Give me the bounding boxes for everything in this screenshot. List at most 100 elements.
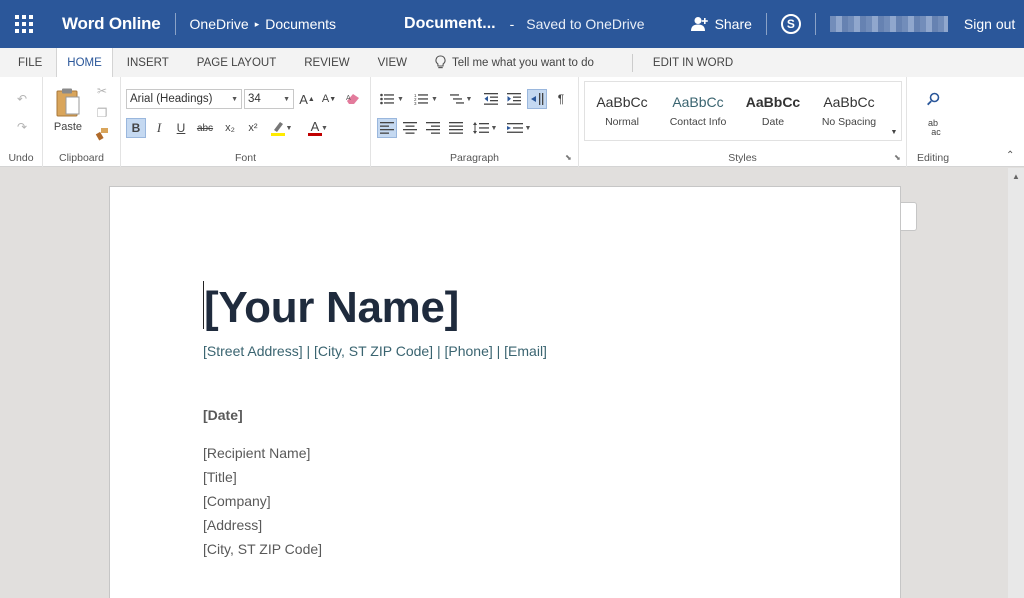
font-name-dropdown[interactable]: Arial (Headings) ▼ — [126, 89, 242, 109]
format-painter-icon[interactable] — [93, 125, 111, 143]
grow-font-button[interactable]: A ▲ — [298, 89, 316, 109]
chevron-down-icon: ▼ — [285, 124, 293, 132]
multilevel-list-button[interactable]: ▼ — [447, 89, 475, 109]
app-launcher-button[interactable] — [0, 0, 48, 48]
underline-button[interactable]: U — [172, 118, 190, 138]
title-divider — [814, 13, 816, 35]
title-field[interactable]: [Title] — [203, 469, 237, 485]
font-name-value: Arial (Headings) — [130, 93, 213, 105]
strikethrough-button[interactable]: abc — [194, 118, 216, 138]
collapse-ribbon-icon[interactable]: ⌃ — [1006, 150, 1014, 161]
scroll-up-icon[interactable]: ▲ — [1008, 168, 1024, 184]
date-field[interactable]: [Date] — [203, 407, 243, 423]
ltr-direction-button[interactable] — [527, 89, 547, 109]
justify-button[interactable] — [446, 118, 466, 138]
breadcrumb-documents[interactable]: Documents — [265, 16, 336, 32]
cut-icon[interactable]: ✂ — [93, 82, 111, 100]
style-name: No Spacing — [821, 116, 877, 128]
style-sample: AaBbCc — [596, 94, 648, 110]
subscript-button[interactable]: x₂ — [220, 118, 240, 138]
font-color-swatch — [308, 133, 322, 136]
skype-icon[interactable]: S — [780, 14, 801, 34]
find-button[interactable] — [923, 89, 943, 109]
tab-view[interactable]: VIEW — [364, 48, 421, 77]
font-size-dropdown[interactable]: 34 ▼ — [244, 89, 294, 109]
title-divider — [765, 13, 767, 35]
redo-icon[interactable]: ↷ — [12, 117, 32, 137]
breadcrumb-arrow-icon: ▸ — [254, 18, 260, 29]
recipient-name-field[interactable]: [Recipient Name] — [203, 445, 310, 461]
name-heading[interactable]: [Your Name] — [204, 283, 459, 333]
document-name[interactable]: Document... — [404, 15, 496, 33]
bold-button[interactable]: B — [126, 118, 146, 138]
chevron-down-icon: ▼ — [431, 95, 438, 103]
tab-review[interactable]: REVIEW — [290, 48, 363, 77]
bullets-button[interactable]: ▼ — [377, 89, 407, 109]
company-field[interactable]: [Company] — [203, 493, 271, 509]
breadcrumb: OneDrive ▸ Documents — [190, 16, 336, 32]
tab-page-layout[interactable]: PAGE LAYOUT — [183, 48, 290, 77]
lightbulb-icon — [435, 55, 446, 69]
copy-icon[interactable]: ❐ — [93, 104, 111, 122]
styles-more-icon[interactable]: ▼ — [888, 126, 900, 138]
italic-button[interactable]: I — [150, 118, 168, 138]
style-no-spacing[interactable]: AaBbCc No Spacing — [809, 82, 889, 140]
paragraph-spacing-button[interactable]: ▼ — [504, 118, 534, 138]
save-status: Saved to OneDrive — [526, 16, 645, 32]
vertical-scrollbar[interactable]: ▲ — [1008, 168, 1024, 598]
contact-line[interactable]: [Street Address] | [City, ST ZIP Code] |… — [203, 343, 547, 359]
ribbon-tabs: FILE HOME INSERT PAGE LAYOUT REVIEW VIEW… — [0, 48, 1024, 77]
style-normal[interactable]: AaBbCc Normal — [585, 82, 659, 140]
align-left-button[interactable] — [377, 118, 397, 138]
style-date[interactable]: AaBbCc Date — [737, 82, 809, 140]
superscript-button[interactable]: x² — [243, 118, 263, 138]
chevron-down-icon: ▼ — [490, 124, 498, 132]
city-zip-field[interactable]: [City, ST ZIP Code] — [203, 541, 322, 557]
svg-text:3: 3 — [414, 101, 417, 105]
tab-home[interactable]: HOME — [56, 48, 113, 77]
ribbon: ↶ ↷ Undo Paste ✂ ❐ Clipboard Arial (Head… — [0, 77, 1024, 167]
line-spacing-icon — [472, 122, 489, 134]
app-name[interactable]: Word Online — [62, 14, 161, 34]
styles-group-label: Styles — [728, 152, 757, 164]
undo-icon[interactable]: ↶ — [12, 89, 32, 109]
style-name: Normal — [605, 116, 639, 128]
breadcrumb-onedrive[interactable]: OneDrive — [190, 16, 249, 32]
tell-me-text: Tell me what you want to do — [452, 56, 594, 69]
share-label: Share — [714, 16, 752, 32]
chevron-down-icon: ▼ — [465, 95, 473, 103]
document-page[interactable]: [Your Name] [Street Address] | [City, ST… — [109, 186, 901, 598]
numbering-button[interactable]: 123 ▼ — [411, 89, 441, 109]
decrease-indent-button[interactable] — [481, 89, 501, 109]
multilevel-list-icon — [449, 94, 464, 104]
font-size-value: 34 — [248, 93, 261, 105]
shrink-font-icon: A — [321, 93, 330, 105]
share-button[interactable]: Share — [690, 16, 752, 32]
tab-file[interactable]: FILE — [0, 48, 56, 77]
paragraph-group: ▼ 123 ▼ ▼ ¶ ▼ ▼ ⬊ Paragraph — [371, 77, 579, 167]
style-contact-info[interactable]: AaBbCc Contact Info — [659, 82, 737, 140]
paste-label: Paste — [53, 120, 83, 133]
tab-edit-in-word[interactable]: EDIT IN WORD — [639, 48, 747, 77]
pilcrow-icon[interactable]: ¶ — [551, 89, 571, 109]
tell-me-box[interactable]: Tell me what you want to do — [425, 48, 604, 77]
align-right-button[interactable] — [423, 118, 443, 138]
paragraph-spacing-icon — [506, 123, 523, 133]
line-spacing-button[interactable]: ▼ — [470, 118, 500, 138]
replace-button[interactable]: ab ac — [921, 117, 945, 139]
align-center-button[interactable] — [400, 118, 420, 138]
highlight-button[interactable]: ▼ — [267, 118, 295, 138]
shrink-font-button[interactable]: A ▼ — [320, 89, 338, 109]
add-person-icon — [690, 17, 708, 31]
increase-indent-button[interactable] — [504, 89, 524, 109]
address-field[interactable]: [Address] — [203, 517, 262, 533]
title-bar: Word Online OneDrive ▸ Documents Documen… — [0, 0, 1024, 48]
sign-out-link[interactable]: Sign out — [964, 16, 1015, 32]
paste-button[interactable]: Paste — [51, 82, 85, 137]
style-name: Contact Info — [669, 116, 727, 128]
page-side-tab[interactable] — [901, 202, 917, 231]
user-name-blurred[interactable] — [829, 16, 948, 32]
tab-insert[interactable]: INSERT — [113, 48, 183, 77]
title-separator: - — [509, 16, 515, 32]
clear-formatting-button[interactable]: A — [343, 89, 363, 109]
